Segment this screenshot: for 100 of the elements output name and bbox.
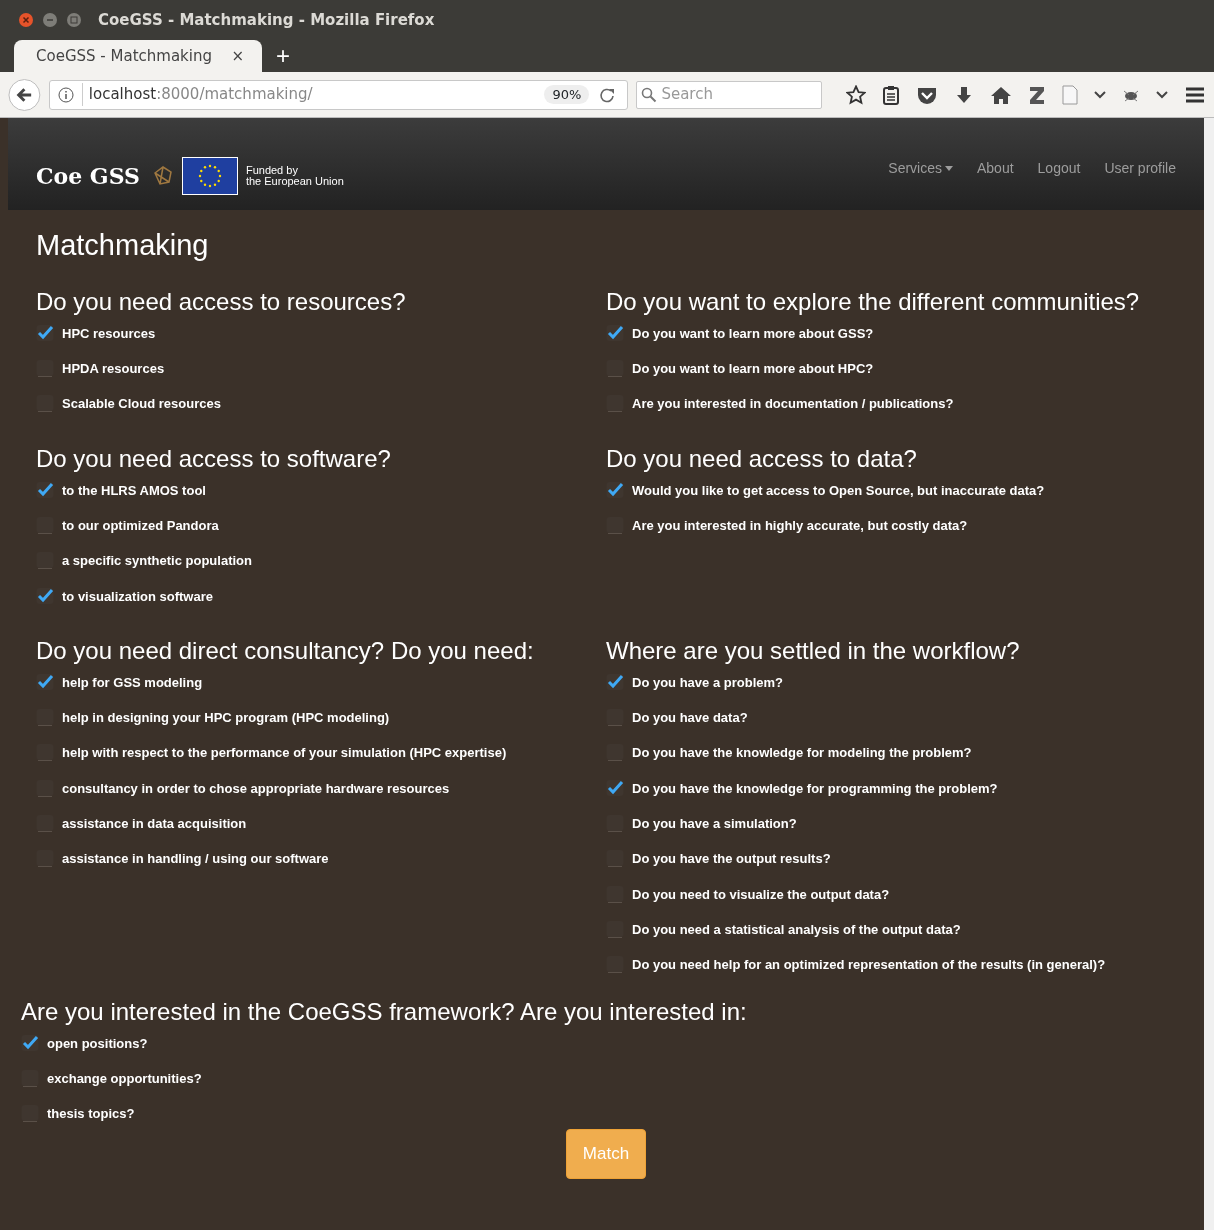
option-label: help with respect to the performance of your simulation (HPC expertise) bbox=[62, 744, 507, 763]
question-heading: Do you need access to data? bbox=[606, 443, 918, 474]
tab-close-button[interactable]: × bbox=[225, 43, 250, 69]
eu-flag-icon bbox=[181, 157, 238, 195]
url-text: localhost:8000/matchmaking/ bbox=[81, 83, 313, 106]
question-heading: Where are you settled in the workflow? bbox=[606, 635, 1021, 666]
close-icon[interactable] bbox=[18, 12, 34, 28]
option-label: thesis topics? bbox=[47, 1105, 135, 1124]
download-icon[interactable] bbox=[954, 84, 974, 105]
window-title: CoeGSS - Matchmaking - Mozilla Firefox bbox=[98, 9, 435, 31]
option-label: Do you have a simulation? bbox=[632, 815, 797, 834]
checkbox[interactable] bbox=[36, 359, 54, 378]
checkbox[interactable] bbox=[606, 708, 624, 727]
option-label: Do you need to visualize the output data? bbox=[632, 885, 890, 904]
checkbox[interactable] bbox=[606, 884, 624, 903]
checkbox-checked[interactable] bbox=[36, 586, 54, 605]
caret-icon bbox=[945, 166, 953, 171]
maximize-icon[interactable] bbox=[66, 12, 82, 28]
new-tab-button[interactable]: + bbox=[270, 43, 296, 69]
nav-link[interactable]: User profile bbox=[1104, 158, 1176, 179]
option-label: Do you want to learn more about GSS? bbox=[632, 324, 874, 343]
question-heading: Do you want to explore the different communities? bbox=[606, 286, 1141, 317]
back-icon[interactable] bbox=[8, 77, 41, 112]
z-icon[interactable] bbox=[1028, 84, 1046, 105]
site-logo[interactable]: Coe GSS bbox=[36, 159, 140, 193]
checkbox-checked[interactable] bbox=[606, 480, 624, 499]
checkbox-checked[interactable] bbox=[606, 778, 624, 797]
option-label: Do you need a statistical analysis of the output data? bbox=[632, 920, 961, 939]
network-logo-icon bbox=[151, 165, 174, 187]
checkbox-checked[interactable] bbox=[21, 1033, 39, 1052]
option-label: to visualization software bbox=[62, 587, 213, 606]
option-label: to our optimized Pandora bbox=[62, 517, 219, 535]
checkbox-checked[interactable] bbox=[606, 323, 624, 342]
menu-icon[interactable] bbox=[1184, 85, 1206, 104]
info-icon bbox=[57, 86, 74, 103]
option-label: open positions? bbox=[47, 1034, 148, 1053]
option-label: Do you have data? bbox=[632, 709, 748, 728]
checkbox[interactable] bbox=[36, 849, 54, 868]
option-label: assistance in handling / using our software bbox=[62, 850, 329, 869]
option-label: help in designing your HPC program (HPC modeling) bbox=[62, 709, 390, 728]
option-label: Do you want to learn more about HPC? bbox=[632, 360, 874, 379]
question-heading: Do you need access to resources? bbox=[36, 286, 407, 317]
question-heading: Do you need direct consultancy? Do you need: bbox=[36, 635, 535, 666]
checkbox-checked[interactable] bbox=[36, 672, 54, 691]
checkbox[interactable] bbox=[36, 743, 54, 762]
checkbox[interactable] bbox=[36, 516, 54, 534]
option-label: Do you have the knowledge for modeling the problem? bbox=[632, 744, 972, 763]
option-label: exchange opportunities? bbox=[47, 1069, 202, 1088]
nav-link[interactable]: About bbox=[977, 158, 1014, 179]
checkbox[interactable] bbox=[606, 359, 624, 378]
checkbox[interactable] bbox=[36, 814, 54, 833]
option-label: HPC resources bbox=[62, 324, 156, 343]
option-label: Do you need help for an optimized representation of the results (in general)? bbox=[632, 956, 1106, 975]
checkbox[interactable] bbox=[606, 743, 624, 762]
checkbox[interactable] bbox=[36, 778, 54, 797]
option-label: Are you interested in highly accurate, but costly data? bbox=[632, 517, 968, 535]
option-label: Do you have a problem? bbox=[632, 673, 783, 692]
checkbox[interactable] bbox=[606, 516, 624, 534]
home-icon[interactable] bbox=[990, 84, 1012, 105]
address-bar[interactable]: localhost:8000/matchmaking/ 90% bbox=[48, 79, 629, 110]
option-label: assistance in data acquisition bbox=[62, 815, 247, 834]
page-title: Matchmaking bbox=[36, 228, 210, 263]
checkbox[interactable] bbox=[606, 849, 624, 868]
option-label: Do you have the knowledge for programming the problem? bbox=[632, 779, 998, 798]
zoom-level[interactable]: 90% bbox=[544, 84, 590, 105]
nav-link[interactable]: Logout bbox=[1037, 158, 1081, 179]
option-label: HPDA resources bbox=[62, 360, 165, 379]
checkbox[interactable] bbox=[21, 1104, 39, 1123]
minimize-icon[interactable] bbox=[42, 12, 58, 28]
question-heading: Do you need access to software? bbox=[36, 443, 392, 474]
checkbox[interactable] bbox=[606, 955, 624, 974]
checkbox[interactable] bbox=[21, 1068, 39, 1087]
checkbox-checked[interactable] bbox=[36, 323, 54, 342]
option-label: Do you have the output results? bbox=[632, 850, 831, 869]
clipboard-icon[interactable] bbox=[882, 84, 900, 105]
checkbox[interactable] bbox=[606, 919, 624, 938]
checkbox[interactable] bbox=[36, 708, 54, 727]
star-icon[interactable] bbox=[846, 84, 866, 105]
checkbox[interactable] bbox=[36, 551, 54, 570]
tab-title: CoeGSS - Matchmaking bbox=[36, 45, 212, 67]
chevron-down-icon[interactable] bbox=[1156, 90, 1168, 99]
nav-dropdown[interactable]: Services bbox=[888, 158, 953, 179]
checkbox[interactable] bbox=[606, 394, 624, 413]
option-label: help for GSS modeling bbox=[62, 673, 203, 692]
option-label: consultancy in order to chose appropriate hardware resources bbox=[62, 779, 450, 798]
question-heading: Are you interested in the CoeGSS framework? Are you interested in: bbox=[21, 996, 748, 1027]
checkbox-checked[interactable] bbox=[606, 672, 624, 691]
option-label: a specific synthetic population bbox=[62, 552, 252, 571]
option-label: Scalable Cloud resources bbox=[62, 395, 221, 414]
checkbox[interactable] bbox=[606, 814, 624, 833]
checkbox-checked[interactable] bbox=[36, 480, 54, 499]
scrollbar[interactable] bbox=[1204, 118, 1214, 1230]
browser-tab[interactable]: CoeGSS - Matchmaking × bbox=[14, 40, 262, 72]
checkbox[interactable] bbox=[36, 394, 54, 413]
option-label: to the HLRS AMOS tool bbox=[62, 481, 206, 500]
option-label: Would you like to get access to Open Source, but inaccurate data? bbox=[632, 481, 1045, 500]
funding-text: Funded by the European Union bbox=[245, 165, 344, 187]
page-icon[interactable] bbox=[1062, 84, 1078, 105]
search-icon bbox=[641, 86, 658, 103]
chevron-down-icon[interactable] bbox=[1094, 90, 1106, 99]
